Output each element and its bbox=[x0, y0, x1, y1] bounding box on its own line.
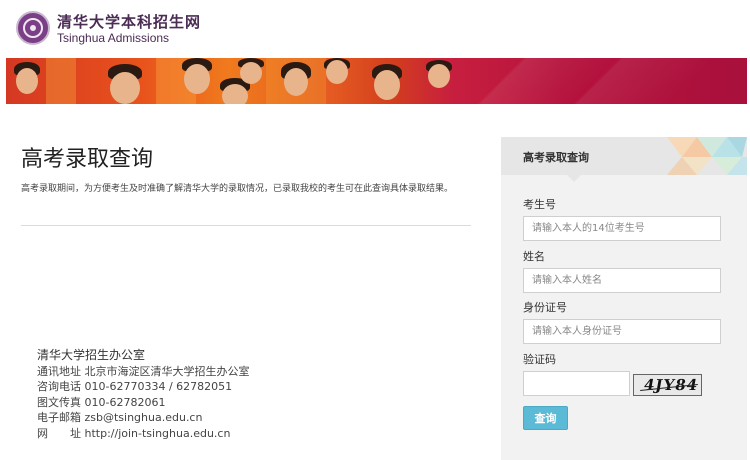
contact-phone: 咨询电话 010-62770334 / 62782051 bbox=[37, 380, 233, 393]
panel-title: 高考录取查询 bbox=[523, 151, 589, 164]
captcha-input[interactable] bbox=[523, 371, 630, 396]
panel-header: 高考录取查询 bbox=[501, 137, 747, 175]
tsinghua-seal-icon[interactable] bbox=[16, 11, 50, 45]
banner-gradient bbox=[407, 58, 747, 104]
panel-header-notch bbox=[567, 175, 581, 182]
site-header: 清华大学本科招生网 Tsinghua Admissions bbox=[0, 0, 750, 58]
decorative-triangles-icon bbox=[667, 137, 747, 175]
contact-fax: 图文传真 010-62782061 bbox=[37, 395, 166, 409]
contact-org: 清华大学招生办公室 bbox=[37, 348, 146, 362]
banner-photo bbox=[6, 58, 747, 104]
exam-no-label: 考生号 bbox=[523, 198, 556, 211]
contact-info: 清华大学招生办公室 通讯地址 北京市海淀区清华大学招生办公室 咨询电话 010-… bbox=[37, 348, 250, 441]
site-title[interactable]: 清华大学本科招生网 bbox=[57, 11, 201, 32]
divider bbox=[21, 225, 471, 226]
contact-email: 电子邮箱 zsb@tsinghua.edu.cn bbox=[37, 411, 203, 424]
name-input[interactable]: 请输入本人姓名 bbox=[523, 268, 721, 293]
intro-text: 高考录取期间，为方便考生及时准确了解清华大学的录取情况，已录取我校的考生可在此查… bbox=[21, 184, 454, 194]
captcha-image[interactable]: 4JY84 bbox=[633, 374, 702, 396]
contact-website: 网 址 http://join-tsinghua.edu.cn bbox=[37, 426, 231, 440]
id-number-label: 身份证号 bbox=[523, 301, 567, 314]
contact-address: 通讯地址 北京市海淀区清华大学招生办公室 bbox=[37, 364, 250, 378]
query-button[interactable]: 查询 bbox=[523, 406, 568, 430]
exam-no-input[interactable]: 请输入本人的14位考生号 bbox=[523, 216, 721, 241]
page-title: 高考录取查询 bbox=[21, 147, 154, 172]
captcha-label: 验证码 bbox=[523, 353, 556, 366]
site-subtitle: Tsinghua Admissions bbox=[57, 31, 170, 45]
name-label: 姓名 bbox=[523, 250, 545, 263]
id-number-input[interactable]: 请输入本人身份证号 bbox=[523, 319, 721, 344]
seal-center bbox=[30, 25, 36, 31]
